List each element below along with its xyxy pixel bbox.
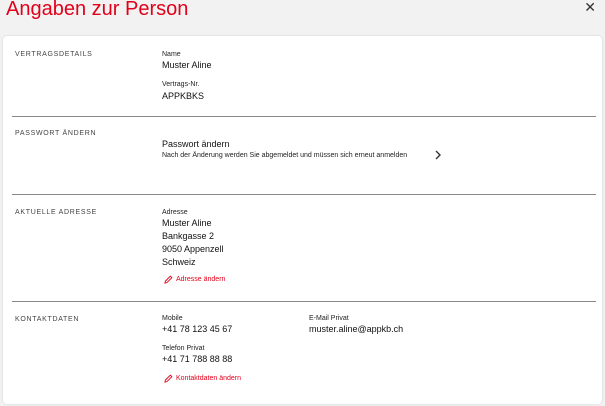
address-line: 9050 Appenzell xyxy=(162,244,224,254)
close-icon[interactable]: ✕ xyxy=(584,0,596,14)
address-line: Muster Aline xyxy=(162,218,212,228)
email-value: muster.aline@appkb.ch xyxy=(309,324,404,334)
section-label-address: AKTUELLE ADRESSE xyxy=(15,209,98,216)
address-line: Schweiz xyxy=(162,257,196,267)
name-value: Muster Aline xyxy=(162,60,212,70)
chevron-right-icon[interactable] xyxy=(434,150,442,160)
contract-number-value: APPKBKS xyxy=(162,91,205,101)
password-description: Nach der Änderung werden Sie abgemeldet … xyxy=(162,152,408,159)
mobile-label: Mobile xyxy=(162,315,183,322)
change-contact-link[interactable]: Kontaktdaten ändern xyxy=(164,374,241,383)
password-section[interactable]: PASSWORT ÄNDERN Passwort ändern Nach der… xyxy=(12,117,596,193)
address-label: Adresse xyxy=(162,209,188,216)
section-label-contact: KONTAKTDATEN xyxy=(15,316,80,323)
mobile-value: +41 78 123 45 67 xyxy=(162,324,233,334)
person-details-card: VERTRAGSDETAILS Name Muster Aline Vertra… xyxy=(3,36,602,404)
phone-value: +41 71 788 88 88 xyxy=(162,354,233,364)
phone-label: Telefon Privat xyxy=(162,345,205,352)
change-address-label: Adresse ändern xyxy=(176,276,226,283)
pencil-icon xyxy=(164,275,173,284)
password-title: Passwort ändern xyxy=(162,139,230,149)
name-label: Name xyxy=(162,51,181,58)
divider xyxy=(12,194,596,195)
change-address-link[interactable]: Adresse ändern xyxy=(164,275,225,284)
email-label: E-Mail Privat xyxy=(309,315,349,322)
section-label-contract: VERTRAGSDETAILS xyxy=(15,51,93,58)
page-title: Angaben zur Person xyxy=(6,0,189,20)
pencil-icon xyxy=(164,374,173,383)
address-line: Bankgasse 2 xyxy=(162,231,215,241)
divider xyxy=(12,301,596,302)
change-contact-label: Kontaktdaten ändern xyxy=(176,375,241,382)
section-label-password: PASSWORT ÄNDERN xyxy=(15,130,97,137)
contract-number-label: Vertrags-Nr. xyxy=(162,81,200,88)
